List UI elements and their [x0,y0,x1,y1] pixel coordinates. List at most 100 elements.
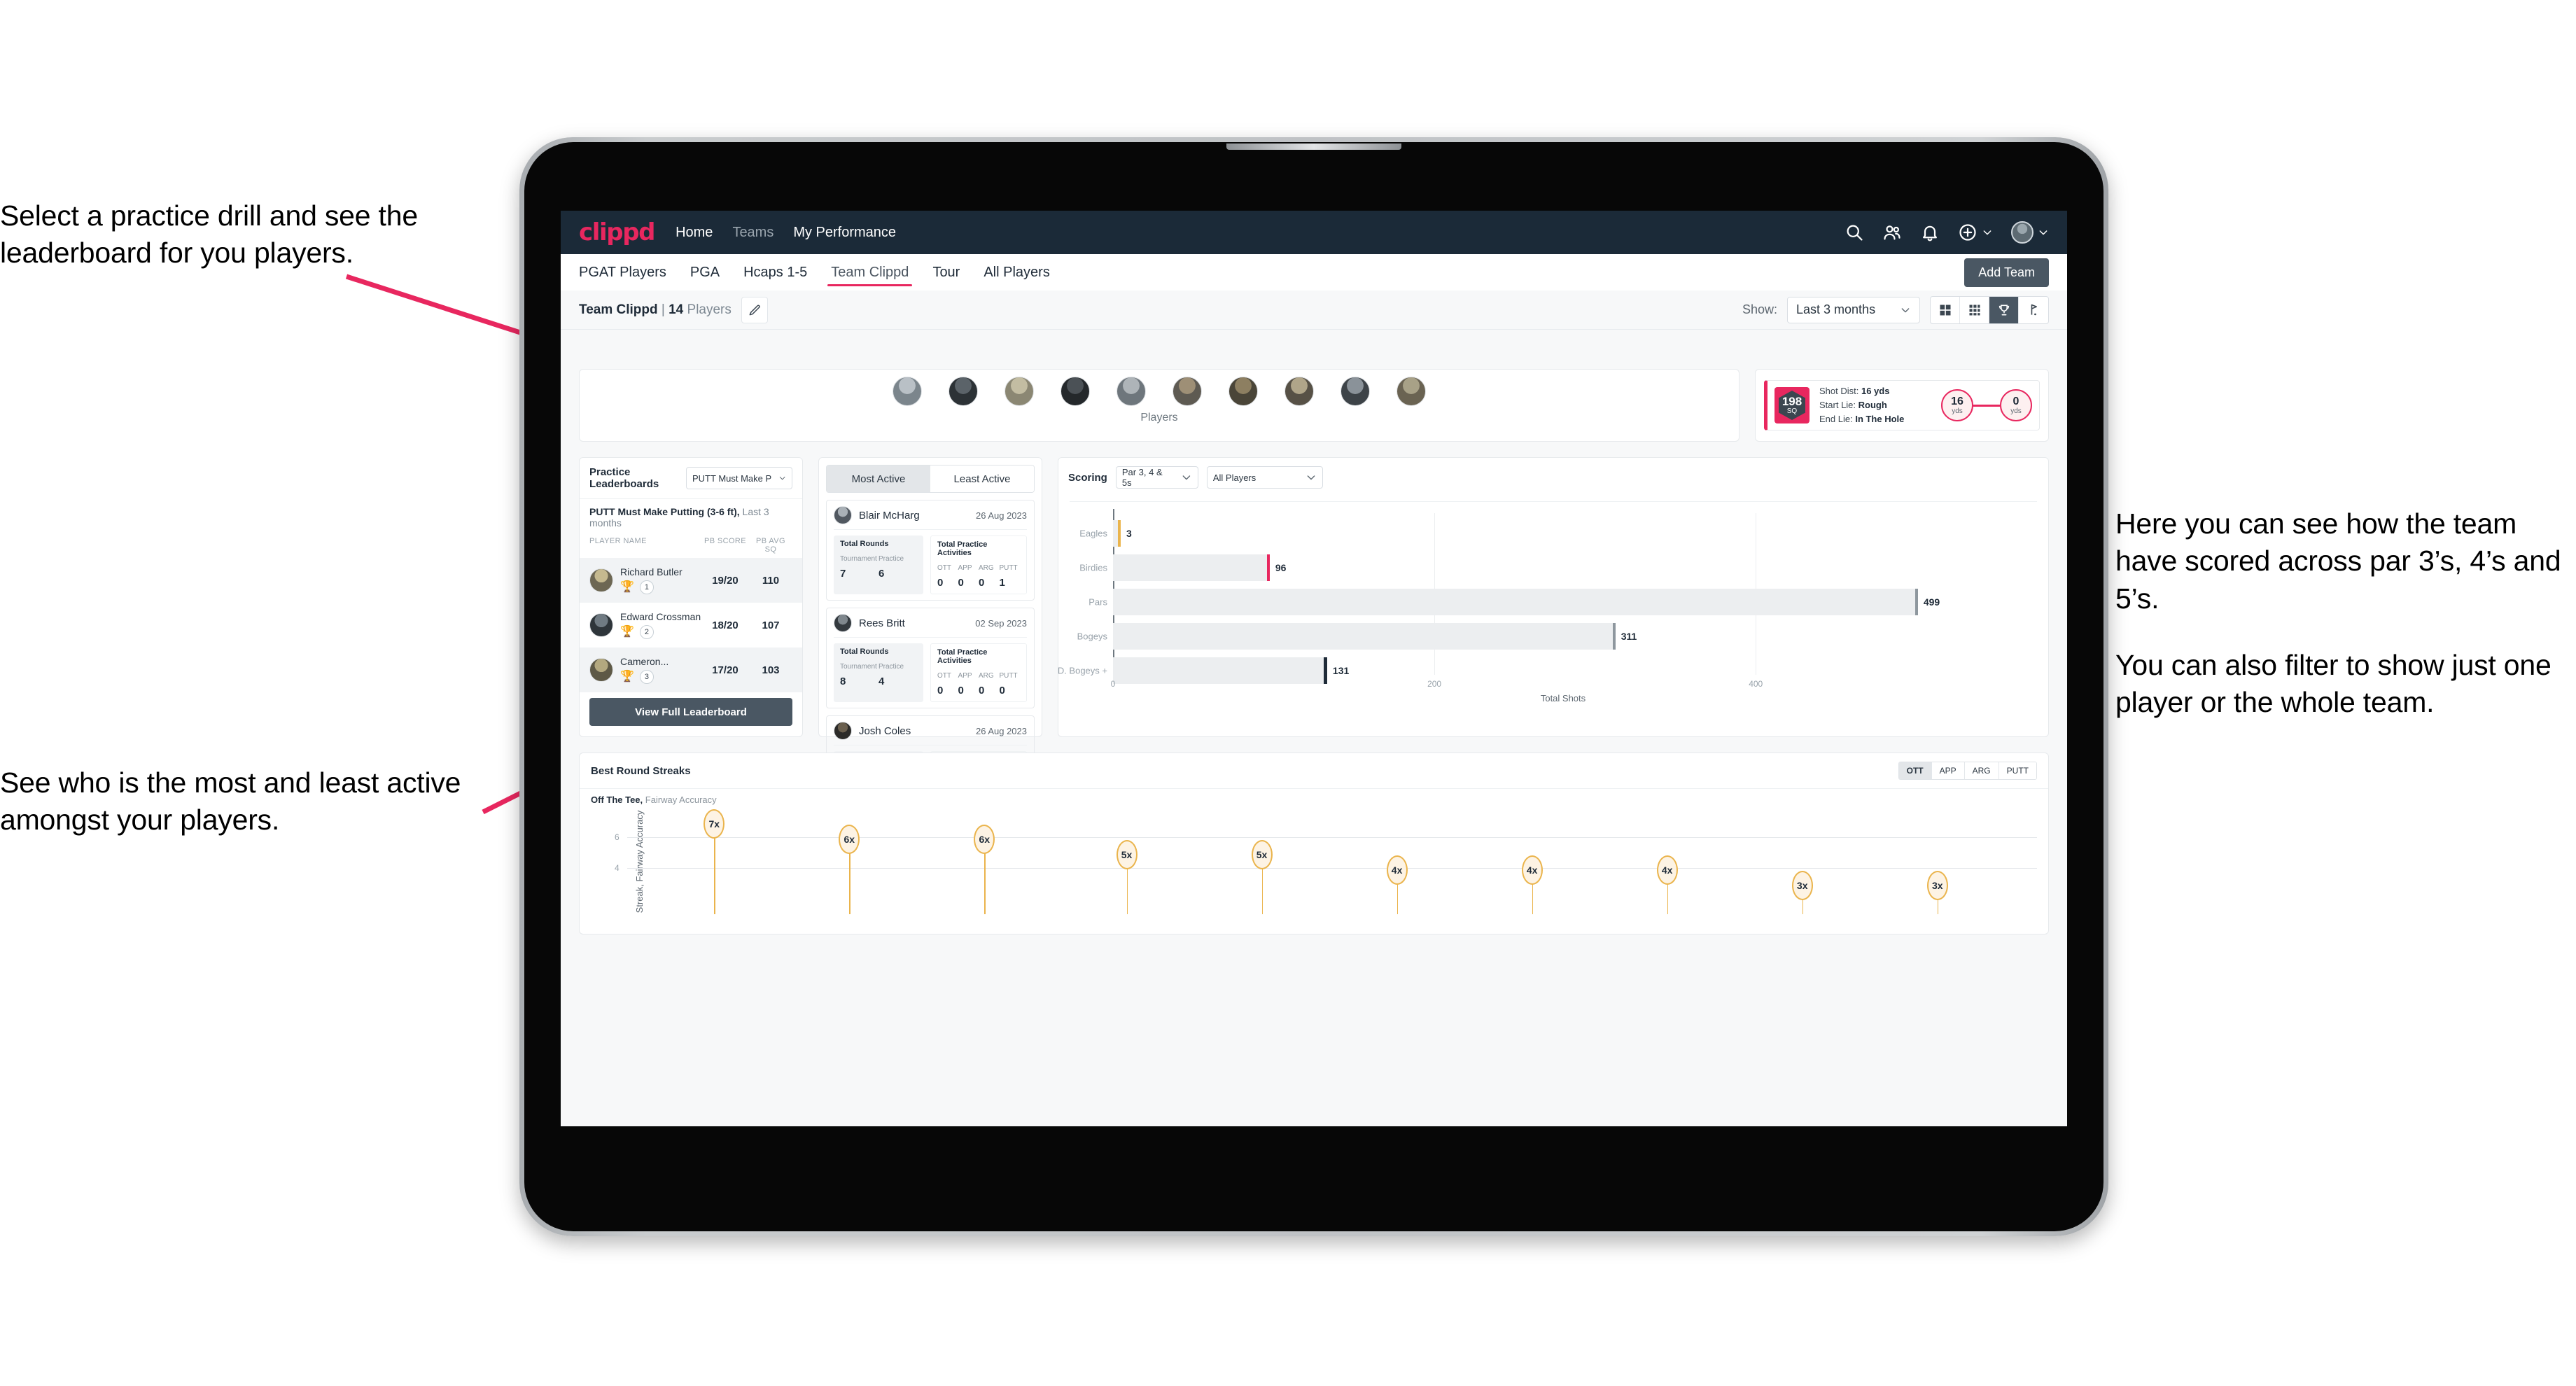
view-golf-flag-button[interactable] [2019,297,2048,323]
leaderboard-player: Richard Butler 🏆 1 [620,566,701,594]
player-avatar[interactable] [892,377,922,406]
par-filter-select[interactable]: Par 3, 4 & 5s [1115,466,1198,489]
rounds-key-practice: Practice [878,659,917,672]
add-menu[interactable] [1958,223,1993,242]
player-avatar[interactable] [1116,377,1146,406]
view-grid-3x3-button[interactable] [1960,296,1989,323]
list-item[interactable]: Blair McHarg 26 Aug 2023 Total Rounds To… [826,500,1035,601]
bar-cap-eagles [1117,520,1121,547]
practice-key-putt: PUTT [1000,561,1021,573]
chevron-down-icon[interactable] [2038,227,2049,238]
streak-marker[interactable]: 7x [704,809,725,839]
streak-marker[interactable]: 6x [839,825,860,854]
table-row[interactable]: Edward Crossman 🏆 2 18/20 107 [580,603,802,648]
chevron-down-icon[interactable] [1982,227,1993,238]
edit-team-button[interactable] [741,296,768,323]
clippd-logo[interactable]: clippd [579,220,655,244]
practice-ott-value: 0 [937,577,944,589]
y-tick-4: 4 [615,863,620,873]
practice-activities-block: Total Practice Activities OTT APP ARG PU… [930,536,1027,594]
table-row[interactable]: Richard Butler 🏆 1 19/20 110 [580,558,802,603]
tab-most-active[interactable]: Most Active [827,465,930,492]
streak-marker[interactable]: 3x [1791,871,1813,900]
rank-badge: 3 [639,670,654,684]
player-avatar[interactable] [1340,377,1370,406]
tab-hcaps-1-5[interactable]: Hcaps 1-5 [743,254,807,290]
view-trophy-button[interactable] [1989,296,2019,323]
bell-icon[interactable] [1920,223,1940,242]
pb-score: 17/20 [712,664,738,676]
streak-marker[interactable]: 4x [1656,855,1678,885]
leaderboard-player: Cameron... 🏆 3 [620,656,701,684]
player-name: Josh Coles [859,724,911,737]
streak-marker[interactable]: 4x [1521,855,1543,885]
table-row[interactable]: Cameron... 🏆 3 17/20 103 [580,648,802,692]
player-filter-select[interactable]: All Players [1206,466,1323,489]
people-icon[interactable] [1882,223,1902,242]
tab-least-active[interactable]: Least Active [930,465,1034,492]
streaks-tab-arg[interactable]: ARG [1964,762,1999,779]
nav-link-home[interactable]: Home [676,225,713,241]
team-player-count: 14 [668,302,684,317]
search-icon[interactable] [1844,223,1864,242]
avatar [834,722,852,740]
streak-stem [1532,883,1534,914]
nav-link-my-performance[interactable]: My Performance [793,225,896,241]
streaks-tab-app[interactable]: APP [1931,762,1965,779]
date-range-select[interactable]: Last 3 months [1787,296,1920,323]
streak-marker[interactable]: 5x [1116,840,1138,869]
dashboard-content: Players 198 SQ Shot Dist: 16 yds Start L… [561,369,2067,1126]
player-avatar[interactable] [948,377,978,406]
player-avatar[interactable] [1172,377,1202,406]
view-full-leaderboard-button[interactable]: View Full Leaderboard [589,698,792,726]
streak-stem [1396,883,1399,914]
player-avatar[interactable] [1004,377,1034,406]
tab-all-players[interactable]: All Players [983,254,1049,290]
plus-circle-icon[interactable] [1958,223,1977,242]
tab-team-clippd[interactable]: Team Clippd [827,254,913,290]
rounds-key-tournament-label: Tournament [840,555,877,563]
rounds-value-tournament: 8 [840,676,878,688]
tab-pga[interactable]: PGA [690,254,720,290]
shot-end-value: 0 [2012,395,2019,407]
drill-select[interactable]: PUTT Must Make Putting ... [686,467,792,489]
activity-panel: Most Active Least Active Blair McHarg 26… [818,457,1042,816]
profile-menu[interactable] [2011,221,2049,244]
shot-quality-badge: 198 SQ [1774,387,1809,424]
player-avatar[interactable] [1060,377,1090,406]
shot-dist-key: Shot Dist: [1819,386,1861,397]
annotation-bottom-left: See who is the most and least active amo… [0,764,504,839]
leaderboard-subtitle: PUTT Must Make Putting (3-6 ft), Last 3 … [580,498,802,534]
bar-cap-double-bogeys [1323,657,1327,684]
add-team-button[interactable]: Add Team [1964,258,2049,287]
view-grid-2x2-button[interactable] [1931,296,1960,323]
streak-marker[interactable]: 5x [1251,840,1273,869]
player-avatar[interactable] [1228,377,1258,406]
tab-pgat-players[interactable]: PGAT Players [579,254,666,290]
practice-value-putt: 0 [1000,685,1021,697]
player-avatar[interactable] [1284,377,1314,406]
streak-marker[interactable]: 6x [974,825,995,854]
end-lie-key: End Lie: [1819,413,1856,424]
shot-detail-text: Shot Dist: 16 yds Start Lie: Rough End L… [1819,384,1904,426]
streak-marker[interactable]: 3x [1926,871,1948,900]
x-tick-400: 400 [1749,679,1763,689]
start-lie-value: Rough [1858,400,1887,411]
avatar[interactable] [2011,221,2033,244]
practice-key-putt-label: PUTT [999,672,1018,680]
streaks-plot-area: 6 4 7x 6x 6x 5x 5x 4x 4x 4x 3x 3x [615,809,2037,914]
tab-tour[interactable]: Tour [932,254,960,290]
bar-cap-bogeys [1612,623,1616,650]
rounds-values-row: 8 4 [840,676,917,688]
player-avatar[interactable] [1396,377,1426,406]
streak-marker[interactable]: 4x [1386,855,1408,885]
practice-app-value: 0 [958,685,964,696]
list-item[interactable]: Rees Britt 02 Sep 2023 Total Rounds Tour… [826,608,1035,708]
practice-value-ott: 0 [937,577,958,589]
nav-link-teams[interactable]: Teams [732,225,774,241]
streaks-tab-putt[interactable]: PUTT [1998,762,2036,779]
player-name: Blair McHarg [859,509,920,522]
trophy-gold-icon: 🏆 [620,581,634,593]
bar-double-bogeys [1113,657,1324,684]
streaks-tab-ott[interactable]: OTT [1898,762,1932,779]
